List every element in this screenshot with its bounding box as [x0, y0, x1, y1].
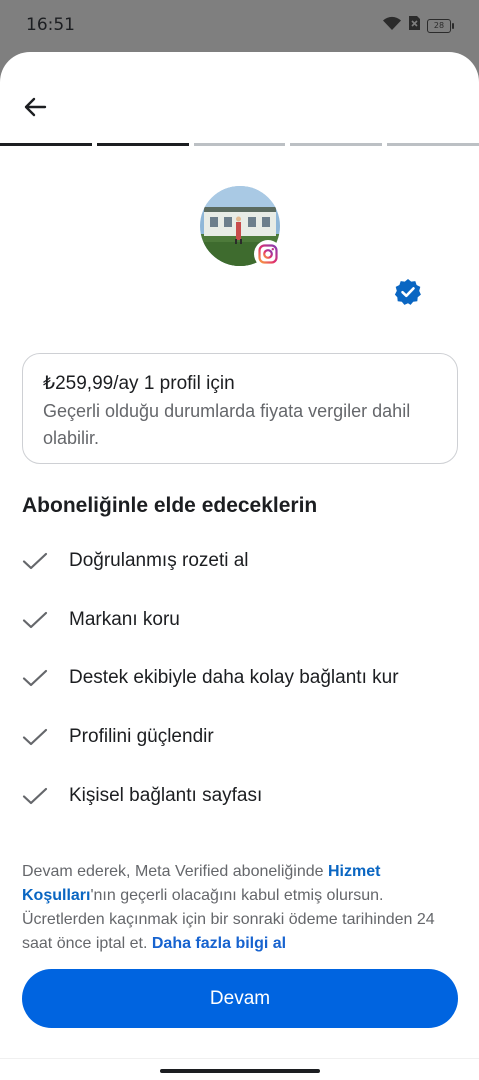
tax-note: Geçerli olduğu durumlarda fiyata vergile… [43, 401, 411, 448]
benefit-label: Doğrulanmış rozeti al [69, 550, 249, 572]
wifi-icon [382, 16, 402, 36]
progress-segment [96, 143, 189, 146]
status-bar: 16:51 28 [0, 0, 479, 52]
status-icons: 28 [382, 15, 454, 36]
home-indicator[interactable] [160, 1069, 320, 1073]
profile-avatar [200, 186, 282, 268]
benefit-label: Destek ekibiyle daha kolay bağlantı kur [69, 667, 399, 689]
price-card: ₺259,99/ay 1 profil için Geçerli olduğu … [22, 353, 458, 464]
benefits-title: Aboneliğinle elde edeceklerin [22, 494, 318, 517]
status-time: 16:51 [26, 15, 75, 35]
check-icon [22, 725, 52, 749]
step-progress-bar [0, 143, 479, 146]
benefit-label: Markanı koru [69, 608, 180, 630]
benefit-item: Destek ekibiyle daha kolay bağlantı kur [22, 649, 462, 708]
verified-badge-icon [394, 278, 422, 306]
learn-more-link[interactable]: Daha fazla bilgi al [152, 935, 286, 952]
check-icon [22, 666, 52, 690]
no-sim-icon [408, 15, 421, 36]
benefit-item: Markanı koru [22, 591, 462, 650]
benefit-label: Profilini güçlendir [69, 726, 214, 748]
progress-segment [193, 143, 286, 146]
check-icon [22, 549, 52, 573]
benefits-list: Doğrulanmış rozeti al Markanı koru Deste… [22, 532, 462, 825]
benefit-item: Doğrulanmış rozeti al [22, 532, 462, 591]
progress-segment [0, 143, 92, 146]
benefit-item: Profilini güçlendir [22, 708, 462, 767]
legal-notice: Devam ederek, Meta Verified aboneliğinde… [22, 860, 462, 956]
benefit-item: Kişisel bağlantı sayfası [22, 766, 462, 825]
back-button[interactable] [18, 94, 52, 124]
check-icon [22, 784, 52, 808]
instagram-icon [254, 240, 282, 268]
benefit-label: Kişisel bağlantı sayfası [69, 784, 263, 806]
subscription-sheet: ₺259,99/ay 1 profil için Geçerli olduğu … [0, 52, 479, 1058]
legal-text-1: Devam ederek, Meta Verified aboneliğinde [22, 863, 328, 880]
check-icon [22, 608, 52, 632]
price-line: ₺259,99/ay 1 profil için [43, 373, 235, 394]
arrow-left-icon [23, 97, 47, 122]
progress-segment [387, 143, 479, 146]
progress-segment [290, 143, 383, 146]
continue-button[interactable]: Devam [22, 969, 458, 1028]
battery-icon: 28 [427, 18, 454, 33]
